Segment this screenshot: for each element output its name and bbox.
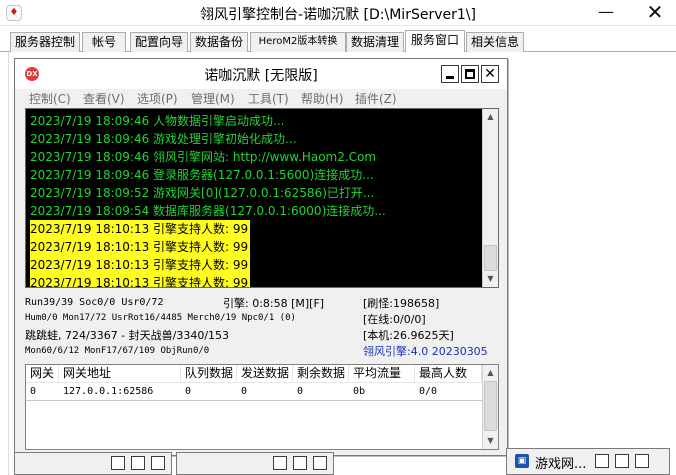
status-engine-time: 引擎: 0:8:58 [M][F] [223, 297, 325, 310]
table-cell: 0/0 [419, 386, 438, 397]
minimize-icon [446, 76, 454, 79]
gateway-icon: ▣ [515, 454, 529, 468]
menu-help[interactable]: 帮助(H) [301, 90, 343, 107]
close-button[interactable]: ✕ [640, 0, 670, 26]
table-cell: 0 [30, 386, 37, 397]
log-line: 2023/7/19 18:09:54 数据库服务器(127.0.0.1:6000… [30, 204, 386, 218]
log-line: 2023/7/19 18:10:13 引擎支持人数: 99 [30, 220, 251, 238]
table-cell: 0 [297, 386, 304, 397]
scroll-down-icon[interactable]: ▼ [483, 433, 498, 449]
tab-server-control[interactable]: 服务器控制 [10, 32, 80, 52]
status-hum: Hum0/0 Mon17/72 UsrRot16/4485 Merch0/19 … [25, 313, 296, 323]
status-run: Run39/39 Soc0/0 Usr0/72 [25, 297, 164, 308]
status-monster: 跳跳蛙, 724/3367 - 封天战兽/3340/153 [25, 329, 230, 342]
restore-icon[interactable] [111, 456, 125, 470]
column-header[interactable]: 网关地址 [59, 365, 181, 383]
tab-data-backup[interactable]: 数据备份 [190, 32, 248, 52]
log-line: 2023/7/19 18:10:13 引擎支持人数: 99 [30, 274, 251, 287]
restore-icon[interactable] [273, 456, 287, 470]
tab-service-window[interactable]: 服务窗口 [405, 30, 465, 53]
window-title: 翎风引擎控制台-诺咖沉默 [D:\MirServer1\] [200, 7, 476, 23]
table-scrollbar[interactable]: ▲ ▼ [482, 365, 498, 449]
menu-control[interactable]: 控制(C) [29, 90, 71, 107]
maximize-icon[interactable] [615, 454, 629, 468]
scroll-up-icon[interactable]: ▲ [483, 365, 498, 381]
maximize-icon[interactable] [131, 456, 145, 470]
menu-tools[interactable]: 工具(T) [248, 90, 289, 107]
scroll-thumb[interactable] [484, 245, 497, 271]
gateway-table[interactable]: 网关 网关地址 队列数据 发送数据 剩余数据 平均流量 最高人数 0 127.0… [25, 364, 499, 450]
menu-manage[interactable]: 管理(M) [191, 90, 235, 107]
server-minimize-button[interactable] [441, 65, 459, 83]
window-titlebar: ♦ 翎风引擎控制台-诺咖沉默 [D:\MirServer1\] — ✕ [0, 0, 676, 26]
server-window: DX 诺咖沉默 [无限版] ✕ 控制(C) 查看(V) 选项(P) 管理(M) … [14, 58, 508, 456]
minimized-gateway-window[interactable]: ▣ 游戏网... [506, 448, 670, 475]
table-cell: 0 [185, 386, 192, 397]
restore-icon[interactable] [595, 454, 609, 468]
column-header[interactable]: 发送数据 [237, 365, 293, 383]
log-line: 2023/7/19 18:09:52 游戏网关[0](127.0.0.1:625… [30, 186, 375, 200]
status-spawn: [刷怪:198658] [363, 297, 440, 310]
menu-plugins[interactable]: 插件(Z) [355, 90, 397, 107]
status-online: [在线:0/0/0] [363, 313, 426, 326]
column-header[interactable]: 剩余数据 [293, 365, 349, 383]
status-mon-count: Mon60/6/12 MonF17/67/109 ObjRun0/0 [25, 346, 210, 356]
minimize-button[interactable]: — [591, 0, 621, 26]
tab-bar: 服务器控制 帐号 配置向导 数据备份 HeroM2版本转换 数据清理 服务窗口 … [0, 30, 676, 53]
log-line: 2023/7/19 18:10:13 引擎支持人数: 99 [30, 256, 251, 274]
menu-options[interactable]: 选项(P) [137, 90, 178, 107]
tab-config-wizard[interactable]: 配置向导 [130, 32, 188, 52]
column-header[interactable]: 队列数据 [181, 365, 237, 383]
tab-account[interactable]: 帐号 [82, 32, 126, 52]
tab-data-cleanup[interactable]: 数据清理 [346, 32, 404, 52]
close-icon[interactable] [313, 456, 327, 470]
log-line: 2023/7/19 18:09:46 翎风引擎网站: http://www.Ha… [30, 150, 377, 164]
log-scrollbar[interactable]: ▲ ▼ [482, 109, 498, 287]
log-line: 2023/7/19 18:09:46 登录服务器(127.0.0.1:5600)… [30, 168, 374, 182]
table-cell: 0b [353, 386, 366, 397]
maximize-icon [465, 69, 475, 79]
table-cell: 0 [241, 386, 248, 397]
log-line: 2023/7/19 18:09:46 人物数据引擎启动成功... [30, 114, 285, 128]
scroll-up-icon[interactable]: ▲ [483, 109, 498, 125]
engine-version: 翎风引擎:4.0 20230305 [363, 345, 488, 358]
tab-herom2-convert[interactable]: HeroM2版本转换 [250, 32, 346, 52]
close-icon: ✕ [484, 66, 496, 82]
menu-view[interactable]: 查看(V) [83, 90, 125, 107]
minimized-window[interactable] [176, 452, 334, 475]
server-window-title: 诺咖沉默 [无限版] [204, 68, 318, 84]
column-header[interactable]: 平均流量 [349, 365, 415, 383]
tab-related-info[interactable]: 相关信息 [466, 32, 524, 52]
scroll-thumb[interactable] [484, 381, 497, 431]
table-cell: 127.0.0.1:62586 [63, 386, 154, 397]
server-close-button[interactable]: ✕ [481, 65, 499, 83]
maximize-icon[interactable] [293, 456, 307, 470]
minimized-window[interactable] [14, 452, 172, 475]
column-header[interactable]: 网关 [26, 365, 59, 383]
close-icon[interactable] [635, 454, 649, 468]
status-local: [本机:26.9625天] [363, 329, 454, 342]
log-console[interactable]: 2023/7/19 18:09:46 人物数据引擎启动成功... 2023/7/… [25, 108, 499, 288]
server-maximize-button[interactable] [461, 65, 479, 83]
scroll-down-icon[interactable]: ▼ [483, 271, 498, 287]
close-icon[interactable] [151, 456, 165, 470]
server-window-titlebar: DX 诺咖沉默 [无限版] ✕ [15, 59, 507, 89]
log-line: 2023/7/19 18:10:13 引擎支持人数: 99 [30, 238, 251, 256]
column-header[interactable]: 最高人数 [415, 365, 482, 383]
gateway-window-label: 游戏网... [535, 457, 587, 472]
menu-bar: 控制(C) 查看(V) 选项(P) 管理(M) 工具(T) 帮助(H) 插件(Z… [15, 89, 507, 107]
log-line: 2023/7/19 18:09:46 游戏处理引擎初始化成功... [30, 132, 297, 146]
